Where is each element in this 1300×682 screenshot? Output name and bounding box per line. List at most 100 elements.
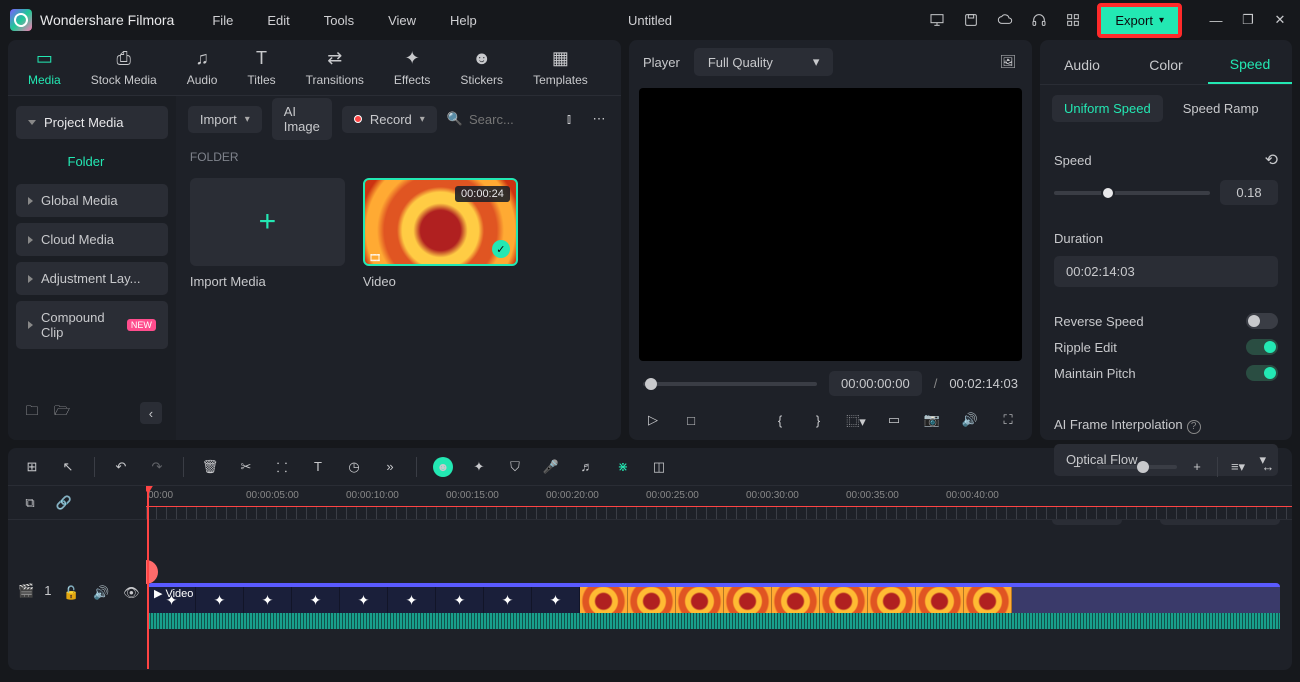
mark-out-icon[interactable]: } — [808, 410, 828, 430]
display-icon[interactable]: ▭ — [884, 410, 904, 430]
reset-speed-icon[interactable]: ⟲ — [1265, 150, 1278, 170]
lock-icon[interactable]: 🔓 — [61, 583, 81, 603]
playhead[interactable] — [147, 486, 149, 669]
timeline-settings-icon[interactable]: ↔ — [1258, 457, 1278, 477]
menu-file[interactable]: File — [204, 9, 241, 32]
play-icon[interactable]: ▷ — [643, 410, 663, 430]
mic-icon[interactable]: 🎤 — [541, 457, 561, 477]
menu-view[interactable]: View — [380, 9, 424, 32]
music-icon[interactable]: ♬ — [577, 457, 597, 477]
apps-icon[interactable] — [1063, 10, 1083, 30]
cloud-icon[interactable] — [995, 10, 1015, 30]
shield-icon[interactable]: ⛉ — [505, 457, 525, 477]
smiley-icon[interactable]: ☻ — [433, 457, 453, 477]
tab-stock-media[interactable]: ⎙Stock Media — [81, 43, 167, 93]
sidebar-project-media[interactable]: Project Media — [16, 106, 168, 139]
zoom-out-icon[interactable]: − — [1067, 457, 1087, 477]
undo-icon[interactable]: ↶ — [111, 457, 131, 477]
mute-icon[interactable]: 🔊 — [91, 583, 111, 603]
zoom-in-icon[interactable]: + — [1187, 457, 1207, 477]
record-dropdown[interactable]: Record▾ — [342, 106, 437, 133]
maximize-icon[interactable]: ❐ — [1238, 10, 1258, 30]
redo-icon[interactable]: ↷ — [147, 457, 167, 477]
sidebar-folder[interactable]: Folder — [16, 145, 168, 178]
tab-transitions[interactable]: ⇄Transitions — [296, 43, 374, 93]
camera-icon[interactable]: 📷 — [922, 410, 942, 430]
reverse-speed-toggle[interactable] — [1246, 313, 1278, 329]
sidebar-adjustment-layer[interactable]: Adjustment Lay... — [16, 262, 168, 295]
more-tools-icon[interactable]: » — [380, 457, 400, 477]
timeline-clip[interactable]: ▶ Video — [148, 583, 1280, 633]
sparkle-icon[interactable]: ✦ — [469, 457, 489, 477]
subtab-speed-ramp[interactable]: Speed Ramp — [1171, 95, 1271, 122]
more-icon[interactable]: ⋯ — [589, 109, 609, 129]
tab-templates[interactable]: ▦Templates — [523, 43, 598, 93]
zoom-slider[interactable] — [1097, 465, 1177, 469]
pointer-icon[interactable]: ↖ — [58, 457, 78, 477]
enhance-icon[interactable]: ⋇ — [613, 457, 633, 477]
sidebar-global-media[interactable]: Global Media — [16, 184, 168, 217]
tab-effects[interactable]: ✦Effects — [384, 43, 440, 93]
speed-handle[interactable] — [1101, 186, 1115, 200]
sequence-icon[interactable]: ⧉ — [20, 493, 40, 513]
tab-color-props[interactable]: Color — [1124, 47, 1208, 83]
caption-icon[interactable]: ◫ — [649, 457, 669, 477]
link-icon[interactable]: 🔗 — [54, 493, 74, 513]
stop-icon[interactable]: □ — [681, 410, 701, 430]
close-icon[interactable]: ✕ — [1270, 10, 1290, 30]
track-size-icon[interactable]: ≡▾ — [1228, 457, 1248, 477]
export-button[interactable]: Export ▾ — [1097, 3, 1182, 38]
tab-speed-props[interactable]: Speed — [1208, 46, 1292, 84]
import-media-tile[interactable]: + — [190, 178, 345, 266]
speed-value[interactable]: 0.18 — [1220, 180, 1278, 205]
zoom-handle[interactable] — [1137, 461, 1149, 473]
quality-dropdown[interactable]: Full Quality▾ — [694, 48, 834, 76]
info-icon[interactable]: ? — [1187, 420, 1201, 434]
collapse-sidebar-icon[interactable]: ‹ — [140, 402, 162, 424]
fullscreen-icon[interactable]: ⛶ — [998, 410, 1018, 430]
visibility-icon[interactable]: 👁 — [121, 583, 141, 603]
menu-tools[interactable]: Tools — [316, 9, 362, 32]
folder-remove-icon[interactable]: 🗁 — [52, 403, 72, 423]
menu-edit[interactable]: Edit — [259, 9, 297, 32]
tab-titles[interactable]: TTitles — [237, 43, 285, 93]
speed-icon[interactable]: ◷ — [344, 457, 364, 477]
speed-slider[interactable] — [1054, 191, 1210, 195]
save-icon[interactable] — [961, 10, 981, 30]
subtab-uniform-speed[interactable]: Uniform Speed — [1052, 95, 1163, 122]
tab-audio[interactable]: ♫Audio — [177, 43, 228, 93]
volume-icon[interactable]: 🔊 — [960, 410, 980, 430]
menu-help[interactable]: Help — [442, 9, 485, 32]
sidebar-cloud-media[interactable]: Cloud Media — [16, 223, 168, 256]
crop-icon[interactable]: ⸬ — [272, 457, 292, 477]
filter-icon[interactable]: ⫾ — [559, 109, 579, 129]
new-folder-icon[interactable]: 🗀 — [22, 403, 42, 423]
duration-input[interactable]: 00:02:14:03 — [1054, 256, 1278, 287]
scrubber-handle[interactable] — [645, 378, 657, 390]
timeline-tracks[interactable]: 00:00 00:00:05:00 00:00:10:00 00:00:15:0… — [146, 486, 1292, 670]
headphones-icon[interactable] — [1029, 10, 1049, 30]
minimize-icon[interactable]: — — [1206, 10, 1226, 30]
ripple-edit-toggle[interactable] — [1246, 339, 1278, 355]
mark-in-icon[interactable]: { — [770, 410, 790, 430]
grid-icon[interactable]: ⊞ — [22, 457, 42, 477]
crop-zoom-icon[interactable]: ⿴▾ — [846, 410, 866, 430]
sidebar-compound-clip[interactable]: Compound ClipNEW — [16, 301, 168, 349]
import-dropdown[interactable]: Import▾ — [188, 106, 262, 133]
monitor-icon[interactable] — [927, 10, 947, 30]
snapshot-icon[interactable]: 🖼 — [998, 52, 1018, 72]
split-icon[interactable]: ✂ — [236, 457, 256, 477]
video-thumbnail[interactable]: 00:00:24 🎞 ✓ — [363, 178, 518, 266]
tab-audio-props[interactable]: Audio — [1040, 47, 1124, 83]
text-icon[interactable]: T — [308, 457, 328, 477]
delete-icon[interactable]: 🗑 — [200, 457, 220, 477]
preview-scrubber[interactable] — [643, 382, 817, 386]
tab-stickers[interactable]: ☻Stickers — [450, 43, 513, 93]
ai-image-button[interactable]: AI Image — [272, 98, 332, 140]
preview-canvas[interactable] — [639, 88, 1022, 361]
tab-media[interactable]: ▭Media — [18, 43, 71, 93]
timeline-ruler[interactable]: 00:00 00:00:05:00 00:00:10:00 00:00:15:0… — [146, 486, 1292, 520]
search-input[interactable]: 🔍 — [447, 111, 549, 127]
maintain-pitch-toggle[interactable] — [1246, 365, 1278, 381]
video-track-icon[interactable]: 🎬 — [18, 583, 34, 603]
